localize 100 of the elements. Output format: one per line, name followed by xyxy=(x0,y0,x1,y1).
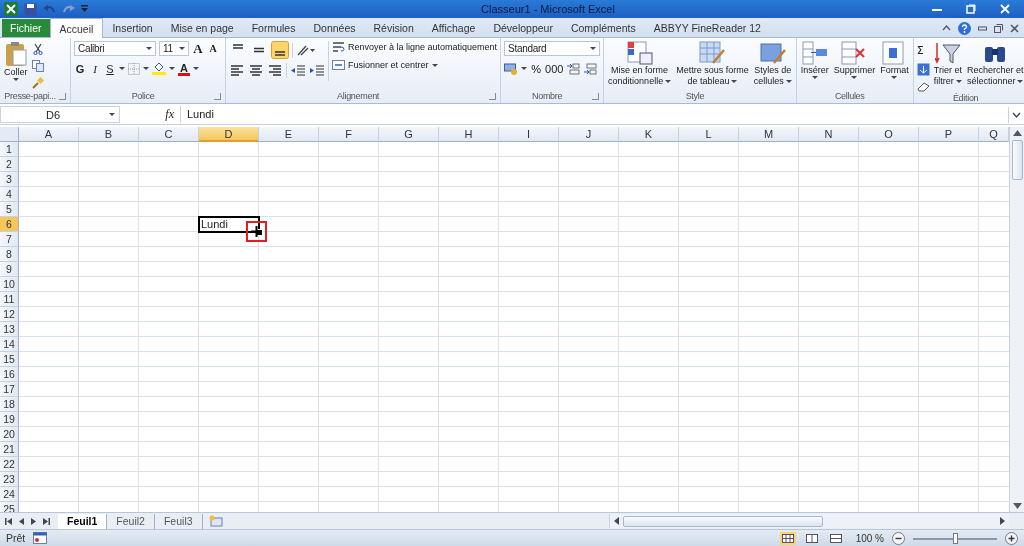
normal-view-icon[interactable] xyxy=(779,531,796,545)
font-color-button[interactable]: A xyxy=(178,61,190,76)
align-left-icon[interactable] xyxy=(229,63,245,78)
sheet-tab[interactable]: Feuil3 xyxy=(154,513,203,529)
zoom-level[interactable]: 100 % xyxy=(855,532,884,544)
column-header[interactable]: G xyxy=(379,127,439,142)
bold-button[interactable]: G xyxy=(74,61,86,76)
close-icon[interactable] xyxy=(1010,23,1019,33)
row-header[interactable]: 21 xyxy=(0,442,19,457)
increase-decimal-icon[interactable] xyxy=(566,62,581,75)
ribbon-tab[interactable]: Données xyxy=(304,19,365,37)
fill-bucket-icon[interactable] xyxy=(152,62,166,75)
column-header[interactable]: E xyxy=(259,127,319,142)
row-header[interactable]: 18 xyxy=(0,397,19,412)
ribbon-tab[interactable]: Insertion xyxy=(103,19,162,37)
row-header[interactable]: 12 xyxy=(0,307,19,322)
column-header[interactable]: M xyxy=(739,127,799,142)
eraser-icon[interactable] xyxy=(916,81,930,92)
sheet-tab[interactable]: Feuil1 xyxy=(58,513,108,529)
customize-caret-icon[interactable] xyxy=(81,5,88,13)
formula-field[interactable]: Lundi xyxy=(180,106,1008,123)
row-header[interactable]: 14 xyxy=(0,337,19,352)
minimize-icon[interactable] xyxy=(978,23,987,33)
horizontal-scrollbar[interactable] xyxy=(609,514,1009,528)
column-header[interactable]: H xyxy=(439,127,499,142)
align-bottom-icon[interactable] xyxy=(271,41,289,59)
file-tab[interactable]: Fichier xyxy=(2,19,50,37)
column-header[interactable]: P xyxy=(919,127,979,142)
arrow-down-icon[interactable] xyxy=(1012,503,1022,509)
shrink-font-button[interactable]: A xyxy=(207,41,219,56)
delete-button[interactable]: Supprimer xyxy=(832,41,877,79)
column-header[interactable]: N xyxy=(799,127,859,142)
row-header[interactable]: 4 xyxy=(0,187,19,202)
grow-font-button[interactable]: A xyxy=(192,41,204,56)
previous-sheet-icon[interactable] xyxy=(19,517,24,525)
zoom-out-icon[interactable] xyxy=(892,531,905,545)
row-header[interactable]: 3 xyxy=(0,172,19,187)
fill-down-icon[interactable] xyxy=(916,63,930,76)
ribbon-tab[interactable]: Formules xyxy=(242,19,305,37)
last-sheet-icon[interactable] xyxy=(43,517,50,525)
autosum-button[interactable]: Σ xyxy=(916,43,930,58)
row-header[interactable]: 19 xyxy=(0,412,19,427)
column-header[interactable]: O xyxy=(859,127,919,142)
ribbon-tab[interactable]: Affichage xyxy=(422,19,485,37)
restore-icon[interactable] xyxy=(966,4,976,14)
number-format-field[interactable]: Standard xyxy=(504,41,601,56)
save-icon[interactable] xyxy=(24,2,37,16)
ribbon-tab[interactable]: Révision xyxy=(364,19,423,37)
align-center-icon[interactable] xyxy=(248,63,264,78)
row-header[interactable]: 2 xyxy=(0,157,19,172)
italic-button[interactable]: I xyxy=(89,61,101,76)
decrease-indent-icon[interactable] xyxy=(290,63,306,78)
row-header[interactable]: 13 xyxy=(0,322,19,337)
row-header[interactable]: 11 xyxy=(0,292,19,307)
row-header[interactable]: 8 xyxy=(0,247,19,262)
underline-button[interactable]: S xyxy=(104,61,116,76)
column-header[interactable]: D xyxy=(199,127,259,142)
merge-center-button[interactable]: Fusionner et centrer xyxy=(332,59,498,71)
column-header[interactable]: F xyxy=(319,127,379,142)
ribbon-tab[interactable]: Développeur xyxy=(484,19,562,37)
ribbon-tab[interactable]: Compléments xyxy=(561,19,645,37)
first-sheet-icon[interactable] xyxy=(5,517,12,525)
sheet-tab[interactable]: Feuil2 xyxy=(107,513,155,529)
arrow-right-icon[interactable] xyxy=(1000,517,1005,525)
conditional-formatting-button[interactable]: Mise en forme conditionnelle xyxy=(607,41,673,87)
row-header[interactable]: 23 xyxy=(0,472,19,487)
increase-indent-icon[interactable] xyxy=(309,63,325,78)
row-header[interactable]: 15 xyxy=(0,352,19,367)
thousands-separator-button[interactable]: 000 xyxy=(545,61,564,76)
ribbon-tab[interactable]: Accueil xyxy=(49,18,104,38)
paste-button[interactable]: Coller xyxy=(3,41,29,81)
wrap-text-button[interactable]: Renvoyer à la ligne automatiquement xyxy=(332,41,498,53)
insert-button[interactable]: Insérer xyxy=(799,41,830,79)
column-header[interactable]: J xyxy=(559,127,619,142)
column-header[interactable]: B xyxy=(79,127,139,142)
row-header[interactable]: 1 xyxy=(0,142,19,157)
find-select-button[interactable]: Rechercher et sélectionner xyxy=(965,41,1024,87)
scroll-thumb[interactable] xyxy=(1011,140,1023,180)
row-header[interactable]: 16 xyxy=(0,367,19,382)
column-header[interactable]: K xyxy=(619,127,679,142)
align-right-icon[interactable] xyxy=(267,63,283,78)
format-as-table-button[interactable]: Mettre sous forme de tableau xyxy=(675,41,750,87)
row-header[interactable]: 17 xyxy=(0,382,19,397)
scroll-thumb[interactable] xyxy=(623,515,823,527)
row-header[interactable]: 10 xyxy=(0,277,19,292)
row-header[interactable]: 22 xyxy=(0,457,19,472)
dialog-launcher-icon[interactable] xyxy=(592,93,600,100)
row-header[interactable]: 9 xyxy=(0,262,19,277)
paintbrush-icon[interactable] xyxy=(31,77,44,89)
text-orientation-icon[interactable] xyxy=(296,43,316,57)
insert-function-button[interactable]: fx xyxy=(120,107,180,122)
arrow-up-icon[interactable] xyxy=(1012,130,1022,136)
collapse-ribbon-icon[interactable] xyxy=(942,25,951,31)
zoom-slider-thumb[interactable] xyxy=(952,532,958,544)
row-header[interactable]: 5 xyxy=(0,202,19,217)
decrease-decimal-icon[interactable] xyxy=(583,62,598,75)
row-header[interactable]: 6 xyxy=(0,217,19,232)
row-header[interactable]: 24 xyxy=(0,487,19,502)
row-header[interactable]: 20 xyxy=(0,427,19,442)
cell-styles-button[interactable]: Styles de cellules xyxy=(752,41,793,87)
